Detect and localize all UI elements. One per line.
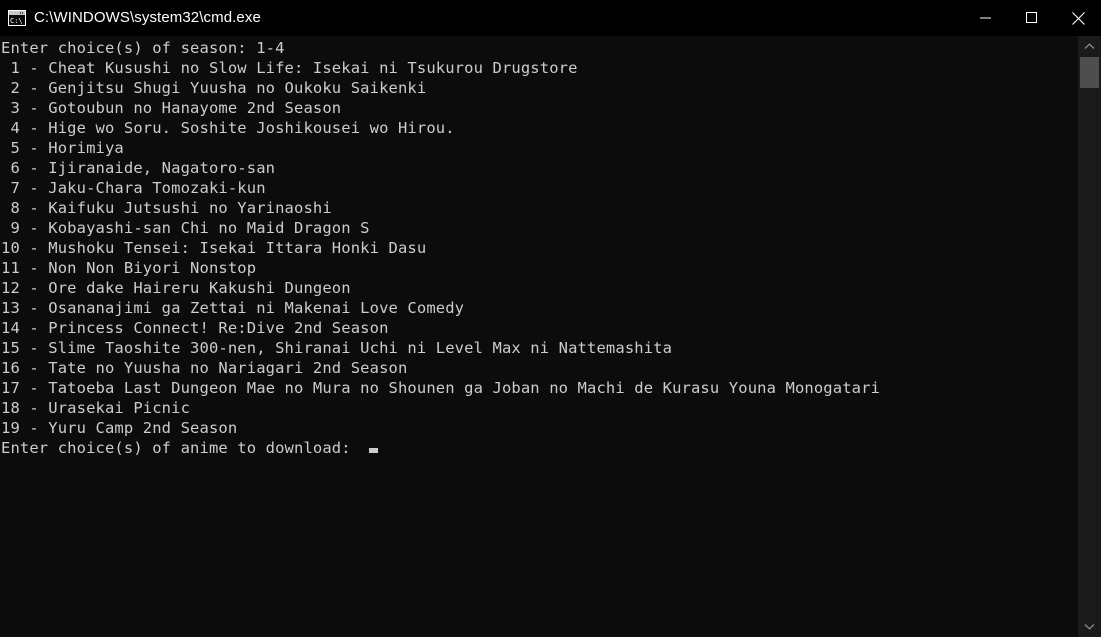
prompt-label: Enter choice(s) of anime to download: <box>1 439 361 457</box>
console-list-item: 17 - Tatoeba Last Dungeon Mae no Mura no… <box>1 379 881 397</box>
console-list-item: 10 - Mushoku Tensei: Isekai Ittara Honki… <box>1 239 427 257</box>
scrollbar-track[interactable] <box>1078 57 1101 616</box>
console-prompt-line[interactable]: Enter choice(s) of anime to download: <box>0 438 1078 458</box>
scroll-up-button[interactable] <box>1078 36 1101 57</box>
svg-text:C:\: C:\ <box>10 17 23 25</box>
console-list-item: 12 - Ore dake Haireru Kakushi Dungeon <box>1 279 351 297</box>
console-list-item: 13 - Osananajimi ga Zettai ni Makenai Lo… <box>1 299 465 317</box>
console-list-item: 7 - Jaku-Chara Tomozaki-kun <box>1 179 266 197</box>
console-list-item: 11 - Non Non Biyori Nonstop <box>1 259 257 277</box>
console-list-item: 6 - Ijiranaide, Nagatoro-san <box>1 159 276 177</box>
window-controls <box>963 0 1101 36</box>
console-list-item: 14 - Princess Connect! Re:Dive 2nd Seaso… <box>1 319 389 337</box>
console-list-item: 2 - Genjitsu Shugi Yuusha no Oukoku Saik… <box>1 79 427 97</box>
console-list-item: 3 - Gotoubun no Hanayome 2nd Season <box>1 99 342 117</box>
console-list-item: 9 - Kobayashi-san Chi no Maid Dragon S <box>1 219 370 237</box>
console-area: Enter choice(s) of season: 1-4 1 - Cheat… <box>0 36 1101 637</box>
window-title: C:\WINDOWS\system32\cmd.exe <box>34 9 261 26</box>
console-list-item: 4 - Hige wo Soru. Soshite Joshikousei wo… <box>1 119 455 137</box>
console-list-item: 5 - Horimiya <box>1 139 124 157</box>
vertical-scrollbar[interactable] <box>1078 36 1101 637</box>
cmd-window: C:\ C:\WINDOWS\system32\cmd.exe Enter ch… <box>0 0 1101 637</box>
console-list-item: 18 - Urasekai Picnic <box>1 399 191 417</box>
console-header-line: Enter choice(s) of season: 1-4 <box>1 39 285 57</box>
minimize-button[interactable] <box>963 0 1009 36</box>
maximize-button[interactable] <box>1009 0 1055 36</box>
scroll-down-button[interactable] <box>1078 616 1101 637</box>
console-list-item: 15 - Slime Taoshite 300-nen, Shiranai Uc… <box>1 339 673 357</box>
close-button[interactable] <box>1055 0 1101 36</box>
console-list-item: 8 - Kaifuku Jutsushi no Yarinaoshi <box>1 199 332 217</box>
scrollbar-thumb[interactable] <box>1080 57 1099 88</box>
cmd-console-icon: C:\ <box>8 10 26 26</box>
console-list-item: 16 - Tate no Yuusha no Nariagari 2nd Sea… <box>1 359 408 377</box>
console-output[interactable]: Enter choice(s) of season: 1-4 1 - Cheat… <box>0 36 1078 637</box>
title-bar[interactable]: C:\ C:\WINDOWS\system32\cmd.exe <box>0 0 1101 36</box>
console-list-item: 19 - Yuru Camp 2nd Season <box>1 419 238 437</box>
block-cursor <box>369 448 379 453</box>
console-list-item: 1 - Cheat Kusushi no Slow Life: Isekai n… <box>1 59 578 77</box>
